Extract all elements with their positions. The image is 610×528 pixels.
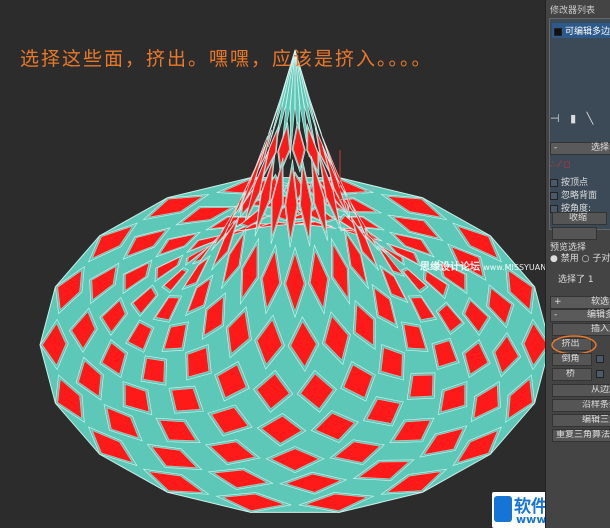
make-unique-icon[interactable]: ╲ — [587, 112, 594, 125]
by-vertex-checkbox[interactable]: 按顶点 — [550, 175, 588, 188]
stack-toolbar: ⊣ ▮ ╲ — [550, 112, 593, 125]
selected-face — [409, 374, 434, 398]
disabled-label: 禁用 — [560, 254, 579, 264]
edit-triangulation-button[interactable]: 编辑三角 — [552, 414, 610, 427]
logo-mark-icon — [494, 496, 512, 522]
selection-count: 选择了 1 — [558, 275, 594, 285]
grow-button-disabled[interactable] — [552, 227, 597, 240]
watermark-site: 思缘设计论坛 — [420, 262, 480, 273]
show-end-result-icon[interactable]: ▮ — [570, 112, 576, 125]
rollout-selection-label: 选择 — [591, 143, 610, 153]
retriangulate-button[interactable]: 重复三角算法 — [552, 429, 610, 442]
extrude-along-spline-button[interactable]: 沿样条线 — [552, 399, 610, 412]
subobject-label: 子对 — [592, 254, 610, 264]
rollout-edit-polygons[interactable]: -编辑多 — [550, 309, 610, 322]
modifier-list-dropdown[interactable]: 修改器列表 — [550, 3, 595, 16]
hinge-from-edge-button[interactable]: 从边旋 — [552, 384, 610, 397]
annotation-caption: 选择这些面，挤出。嘿嘿，应该是挤入。。。。 — [20, 48, 433, 70]
rollout-edit-polygons-label: 编辑多 — [587, 310, 610, 320]
watermark-url: www.MISSYUAN.COM — [483, 263, 545, 272]
pin-stack-icon[interactable]: ⊣ — [550, 112, 560, 125]
bridge-button[interactable]: 桥 — [552, 368, 592, 381]
selected-face — [143, 358, 165, 383]
site-logo: 软件自学网 www.rjzxw.com — [492, 492, 545, 528]
command-panel: 修改器列表 可编辑多边形 ⊣ ▮ ╲ -选择 ∴ ⁄ ◻ 按顶点 忽略背面 按角… — [545, 0, 610, 528]
ignore-backfacing-label: 忽略背面 — [561, 191, 598, 201]
stack-item-label: 可编辑多边形 — [565, 27, 610, 37]
bridge-settings-button[interactable] — [596, 370, 604, 378]
ignore-backfacing-checkbox[interactable]: 忽略背面 — [550, 188, 597, 201]
bevel-button[interactable]: 倒角 — [552, 353, 592, 366]
viewport-perspective[interactable]: 选择这些面，挤出。嘿嘿，应该是挤入。。。。 思缘设计论坛 www.MISSYUA… — [0, 0, 545, 528]
bevel-settings-button[interactable] — [596, 355, 604, 363]
checkbox-icon — [550, 178, 558, 187]
watermark: 思缘设计论坛 www.MISSYUAN.COM — [420, 258, 545, 273]
subobject-level-icons[interactable]: ∴ ⁄ ◻ — [550, 160, 570, 170]
rollout-soft-selection-label: 软选 — [591, 297, 610, 307]
stack-item-editable-poly[interactable]: 可编辑多边形 — [552, 23, 610, 38]
stack-item-icon — [554, 27, 562, 36]
shrink-button[interactable]: 收缩 — [552, 212, 607, 225]
rollout-soft-selection[interactable]: + 软选 — [550, 296, 610, 309]
rollout-selection[interactable]: - 选择 — [550, 142, 610, 155]
preview-disabled-radio[interactable]: ● 禁用 ○ 子对 — [550, 251, 610, 264]
logo-url: www.rjzxw.com — [516, 513, 545, 526]
checkbox-icon — [550, 191, 558, 200]
by-vertex-label: 按顶点 — [561, 178, 589, 188]
